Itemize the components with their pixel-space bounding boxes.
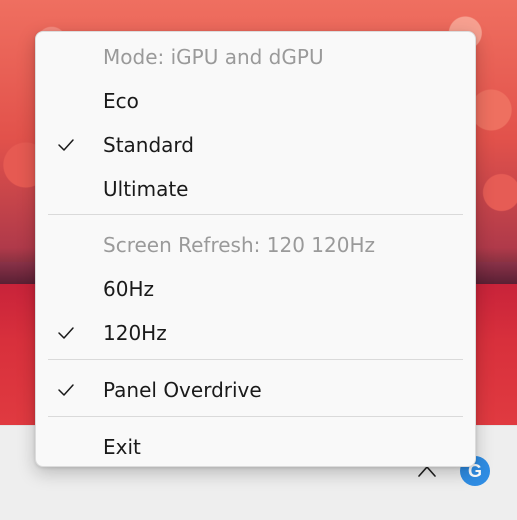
menu-separator [48,214,463,215]
menu-item-label: Ultimate [103,177,189,201]
menu-item-label: 120Hz [103,321,167,345]
menu-item-label: Panel Overdrive [103,378,262,402]
menu-item-120hz[interactable]: 120Hz [40,313,471,353]
menu-item-label: Eco [103,89,139,113]
menu-item-60hz[interactable]: 60Hz [40,269,471,309]
menu-item-exit[interactable]: Exit [40,427,471,467]
menu-item-panel-overdrive[interactable]: Panel Overdrive [40,370,471,410]
menu-item-standard[interactable]: Standard [40,125,471,165]
menu-item-label: Standard [103,133,194,157]
checkmark-icon [56,323,76,343]
checkmark-icon [56,380,76,400]
menu-item-refresh-header: Screen Refresh: 120 120Hz [40,225,471,265]
menu-item-mode-header: Mode: iGPU and dGPU [40,37,471,77]
checkmark-icon [56,135,76,155]
menu-item-label: Mode: iGPU and dGPU [103,45,324,69]
menu-item-label: Exit [103,435,141,459]
menu-item-label: Screen Refresh: 120 120Hz [103,233,375,257]
menu-item-label: 60Hz [103,277,154,301]
menu-item-eco[interactable]: Eco [40,81,471,121]
menu-separator [48,416,463,417]
menu-separator [48,359,463,360]
context-menu: Mode: iGPU and dGPU Eco Standard Ultimat… [35,31,476,467]
menu-item-ultimate[interactable]: Ultimate [40,169,471,209]
